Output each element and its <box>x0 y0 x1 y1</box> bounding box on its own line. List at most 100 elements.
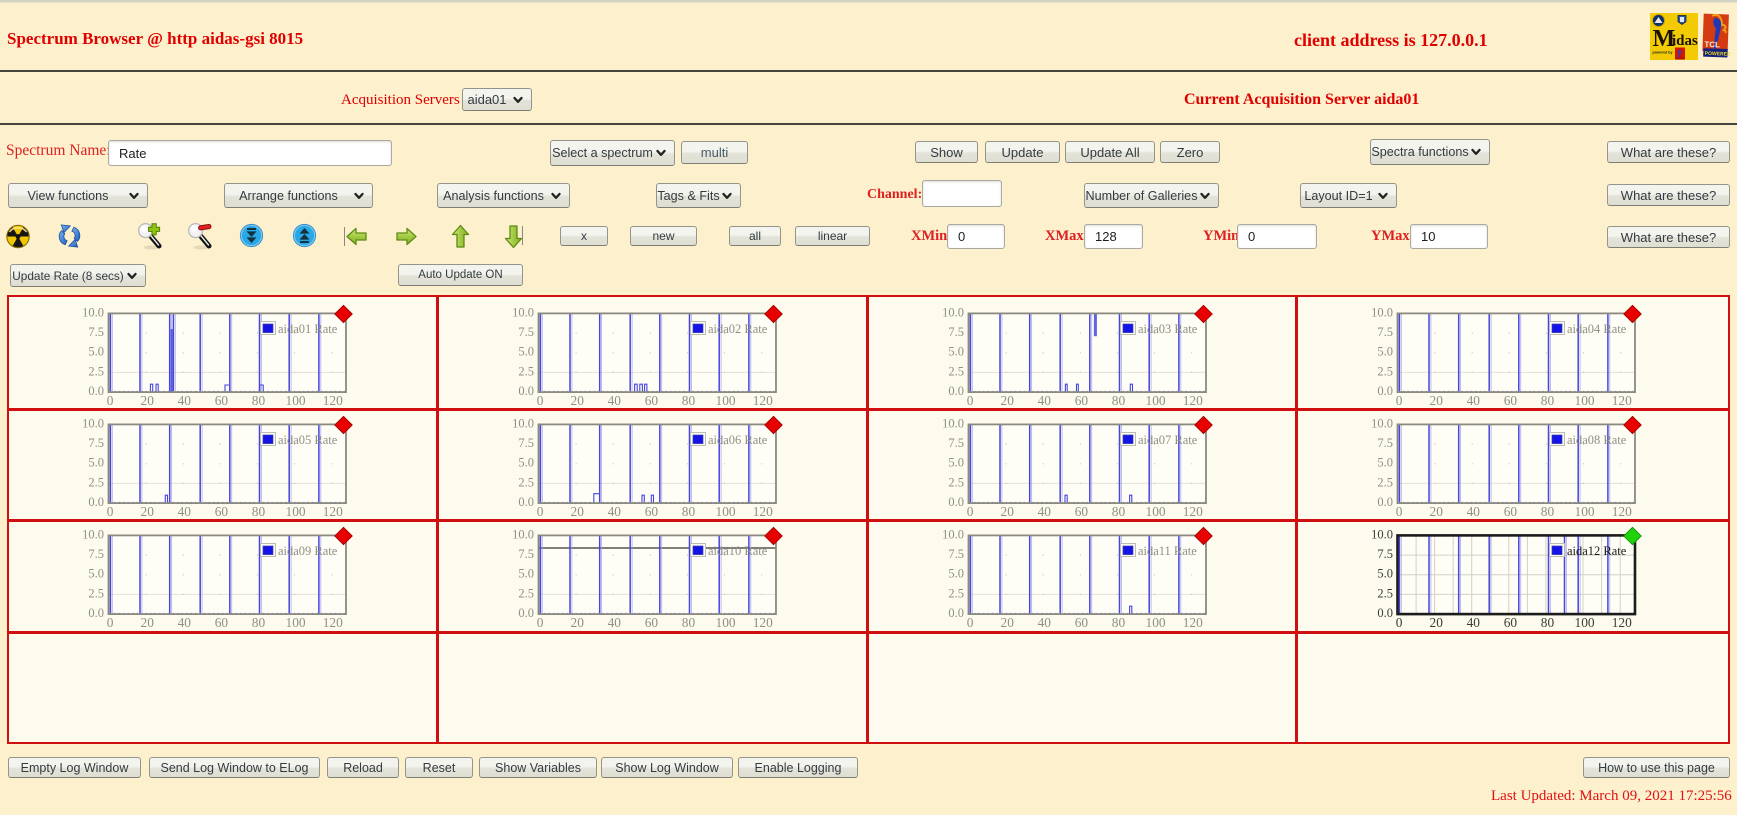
svg-text:2.5: 2.5 <box>518 586 534 600</box>
svg-text:0: 0 <box>537 393 544 405</box>
svg-text:2.5: 2.5 <box>948 364 964 378</box>
svg-text:60: 60 <box>1074 615 1088 627</box>
svg-text:aida01 Rate: aida01 Rate <box>278 322 338 336</box>
svg-text:5.0: 5.0 <box>1378 345 1394 359</box>
svg-text:20: 20 <box>1000 393 1014 405</box>
svg-text:aida10 Rate: aida10 Rate <box>708 544 768 558</box>
svg-text:10.0: 10.0 <box>512 416 534 430</box>
svg-text:aida04 Rate: aida04 Rate <box>1567 322 1627 336</box>
svg-text:7.5: 7.5 <box>518 547 534 561</box>
svg-text:60: 60 <box>1504 615 1518 627</box>
svg-text:aida06 Rate: aida06 Rate <box>708 432 768 446</box>
svg-text:2.5: 2.5 <box>1378 364 1394 378</box>
svg-text:aida03 Rate: aida03 Rate <box>1137 322 1197 336</box>
svg-text:40: 40 <box>1037 393 1051 405</box>
svg-text:20: 20 <box>141 503 155 515</box>
svg-text:5.0: 5.0 <box>88 455 104 469</box>
svg-text:5.0: 5.0 <box>948 455 964 469</box>
svg-text:20: 20 <box>141 615 155 627</box>
svg-text:100: 100 <box>286 503 306 515</box>
svg-text:5.0: 5.0 <box>1378 566 1394 580</box>
svg-text:120: 120 <box>753 615 773 627</box>
svg-text:80: 80 <box>252 393 266 405</box>
svg-text:100: 100 <box>286 615 306 627</box>
svg-text:2.5: 2.5 <box>948 586 964 600</box>
svg-text:5.0: 5.0 <box>518 566 534 580</box>
svg-text:100: 100 <box>1575 393 1595 405</box>
svg-text:10.0: 10.0 <box>512 305 534 319</box>
svg-text:80: 80 <box>1111 503 1125 515</box>
svg-text:40: 40 <box>178 503 192 515</box>
svg-text:40: 40 <box>607 615 621 627</box>
svg-text:0: 0 <box>537 615 544 627</box>
svg-text:5.0: 5.0 <box>948 566 964 580</box>
svg-text:10.0: 10.0 <box>1371 416 1393 430</box>
svg-text:0: 0 <box>107 615 114 627</box>
svg-text:2.5: 2.5 <box>88 475 104 489</box>
svg-text:120: 120 <box>1182 393 1202 405</box>
svg-text:120: 120 <box>1182 503 1202 515</box>
svg-text:100: 100 <box>715 615 735 627</box>
svg-text:120: 120 <box>753 503 773 515</box>
svg-text:60: 60 <box>1504 503 1518 515</box>
svg-text:40: 40 <box>1037 615 1051 627</box>
svg-text:0.0: 0.0 <box>948 606 964 620</box>
svg-text:80: 80 <box>682 615 696 627</box>
svg-text:0.0: 0.0 <box>88 606 104 620</box>
svg-text:40: 40 <box>607 503 621 515</box>
svg-text:TCL: TCL <box>1704 40 1720 50</box>
svg-text:0: 0 <box>537 503 544 515</box>
svg-text:7.5: 7.5 <box>1378 435 1394 449</box>
svg-text:40: 40 <box>607 393 621 405</box>
svg-text:0: 0 <box>1396 393 1403 405</box>
svg-text:80: 80 <box>1541 503 1555 515</box>
svg-text:10.0: 10.0 <box>1371 305 1393 319</box>
svg-text:20: 20 <box>1430 393 1444 405</box>
svg-text:7.5: 7.5 <box>1378 325 1394 339</box>
svg-text:60: 60 <box>644 503 658 515</box>
svg-text:20: 20 <box>570 393 584 405</box>
svg-text:100: 100 <box>286 393 306 405</box>
svg-text:5.0: 5.0 <box>948 345 964 359</box>
svg-text:80: 80 <box>682 503 696 515</box>
svg-text:2.5: 2.5 <box>88 586 104 600</box>
svg-text:10.0: 10.0 <box>942 305 964 319</box>
svg-text:aida07 Rate: aida07 Rate <box>1137 432 1197 446</box>
svg-text:7.5: 7.5 <box>518 325 534 339</box>
svg-text:2.5: 2.5 <box>948 475 964 489</box>
svg-text:0: 0 <box>966 615 973 627</box>
svg-text:idas: idas <box>1672 33 1698 49</box>
svg-text:2.5: 2.5 <box>88 364 104 378</box>
svg-text:20: 20 <box>1000 615 1014 627</box>
svg-text:20: 20 <box>1000 503 1014 515</box>
svg-text:0: 0 <box>107 393 114 405</box>
svg-text:0.0: 0.0 <box>948 494 964 508</box>
svg-text:7.5: 7.5 <box>518 435 534 449</box>
svg-text:80: 80 <box>682 393 696 405</box>
svg-text:0: 0 <box>1396 503 1403 515</box>
svg-text:80: 80 <box>252 615 266 627</box>
svg-text:2.5: 2.5 <box>518 364 534 378</box>
svg-text:7.5: 7.5 <box>88 547 104 561</box>
svg-text:60: 60 <box>1074 393 1088 405</box>
svg-text:0: 0 <box>107 503 114 515</box>
svg-text:10.0: 10.0 <box>512 527 534 541</box>
svg-text:20: 20 <box>141 393 155 405</box>
svg-text:100: 100 <box>715 393 735 405</box>
svg-text:7.5: 7.5 <box>88 435 104 449</box>
svg-text:100: 100 <box>715 503 735 515</box>
svg-text:aida08 Rate: aida08 Rate <box>1567 432 1627 446</box>
svg-text:20: 20 <box>1430 503 1444 515</box>
svg-text:80: 80 <box>1111 393 1125 405</box>
svg-text:120: 120 <box>323 615 343 627</box>
svg-text:120: 120 <box>1612 615 1632 627</box>
svg-text:2.5: 2.5 <box>1378 586 1394 600</box>
svg-text:7.5: 7.5 <box>88 325 104 339</box>
svg-text:aida11 Rate: aida11 Rate <box>1137 544 1196 558</box>
svg-text:40: 40 <box>178 615 192 627</box>
svg-text:0.0: 0.0 <box>1378 384 1394 398</box>
svg-text:10.0: 10.0 <box>942 416 964 430</box>
svg-text:0: 0 <box>966 503 973 515</box>
svg-text:7.5: 7.5 <box>948 547 964 561</box>
svg-text:60: 60 <box>215 503 229 515</box>
